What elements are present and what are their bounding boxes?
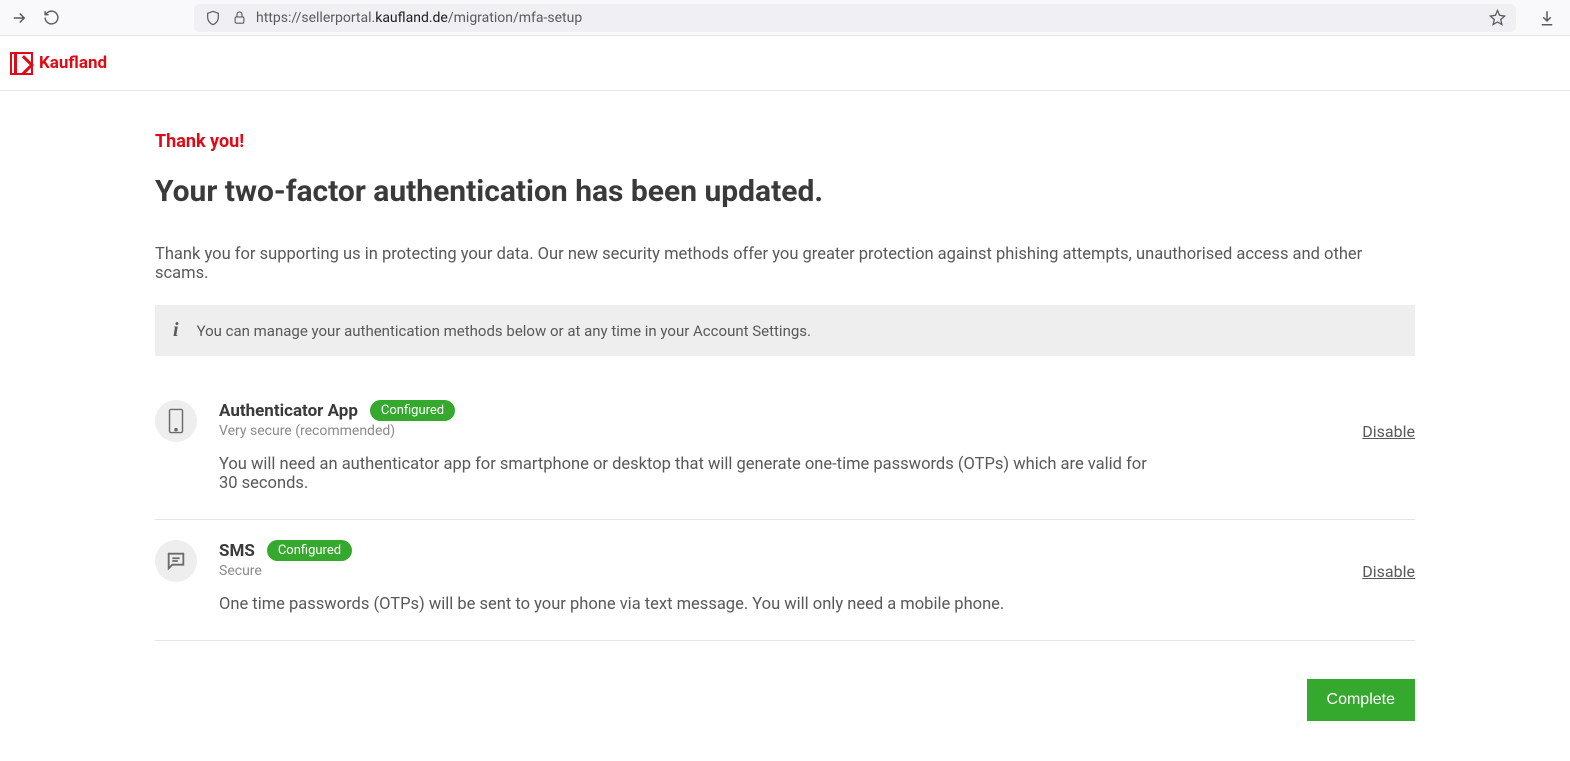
method-header: SMS Configured [219,540,1415,561]
disable-sms-link[interactable]: Disable [1362,562,1415,581]
kaufland-logo[interactable]: Kaufland [10,52,107,75]
auth-method-authenticator: Authenticator App Configured Very secure… [155,380,1415,520]
method-body: Authenticator App Configured Very secure… [219,400,1415,493]
browser-right-icons [1538,9,1556,27]
auth-method-sms: SMS Configured Secure One time passwords… [155,520,1415,641]
url-prefix: https://sellerportal. [256,10,375,26]
info-notice: i You can manage your authentication met… [155,305,1415,356]
url-text: https://sellerportal.kaufland.de/migrati… [256,10,1480,26]
method-header: Authenticator App Configured [219,400,1415,421]
disable-authenticator-link[interactable]: Disable [1362,422,1415,441]
page-title: Your two-factor authentication has been … [155,174,1415,209]
method-description: You will need an authenticator app for s… [219,455,1149,493]
shield-icon [204,9,222,27]
method-title: SMS [219,541,255,561]
page-description: Thank you for supporting us in protectin… [155,245,1415,283]
brand-name: Kaufland [39,53,107,73]
download-icon[interactable] [1538,9,1556,27]
url-path: /migration/mfa-setup [448,10,582,26]
thank-you-label: Thank you! [155,131,1415,152]
status-badge: Configured [370,400,455,421]
reload-icon[interactable] [42,9,60,27]
complete-button[interactable]: Complete [1307,679,1415,721]
browser-toolbar: https://sellerportal.kaufland.de/migrati… [0,0,1570,36]
chat-icon [155,540,197,582]
address-bar[interactable]: https://sellerportal.kaufland.de/migrati… [194,4,1516,32]
method-subtitle: Very secure (recommended) [219,423,1415,439]
url-domain: kaufland.de [375,10,448,26]
info-text: You can manage your authentication metho… [197,322,811,340]
bookmark-star-icon[interactable] [1488,9,1506,27]
method-subtitle: Secure [219,563,1415,579]
forward-icon[interactable] [10,9,28,27]
site-header: Kaufland [0,36,1570,91]
main-content: Thank you! Your two-factor authenticatio… [155,91,1415,761]
smartphone-icon [155,400,197,442]
lock-icon [230,9,248,27]
method-description: One time passwords (OTPs) will be sent t… [219,595,1149,614]
actions-row: Complete [155,679,1415,721]
logo-mark-icon [10,52,33,75]
method-title: Authenticator App [219,401,358,421]
status-badge: Configured [267,540,352,561]
method-body: SMS Configured Secure One time passwords… [219,540,1415,614]
info-icon: i [173,319,179,342]
